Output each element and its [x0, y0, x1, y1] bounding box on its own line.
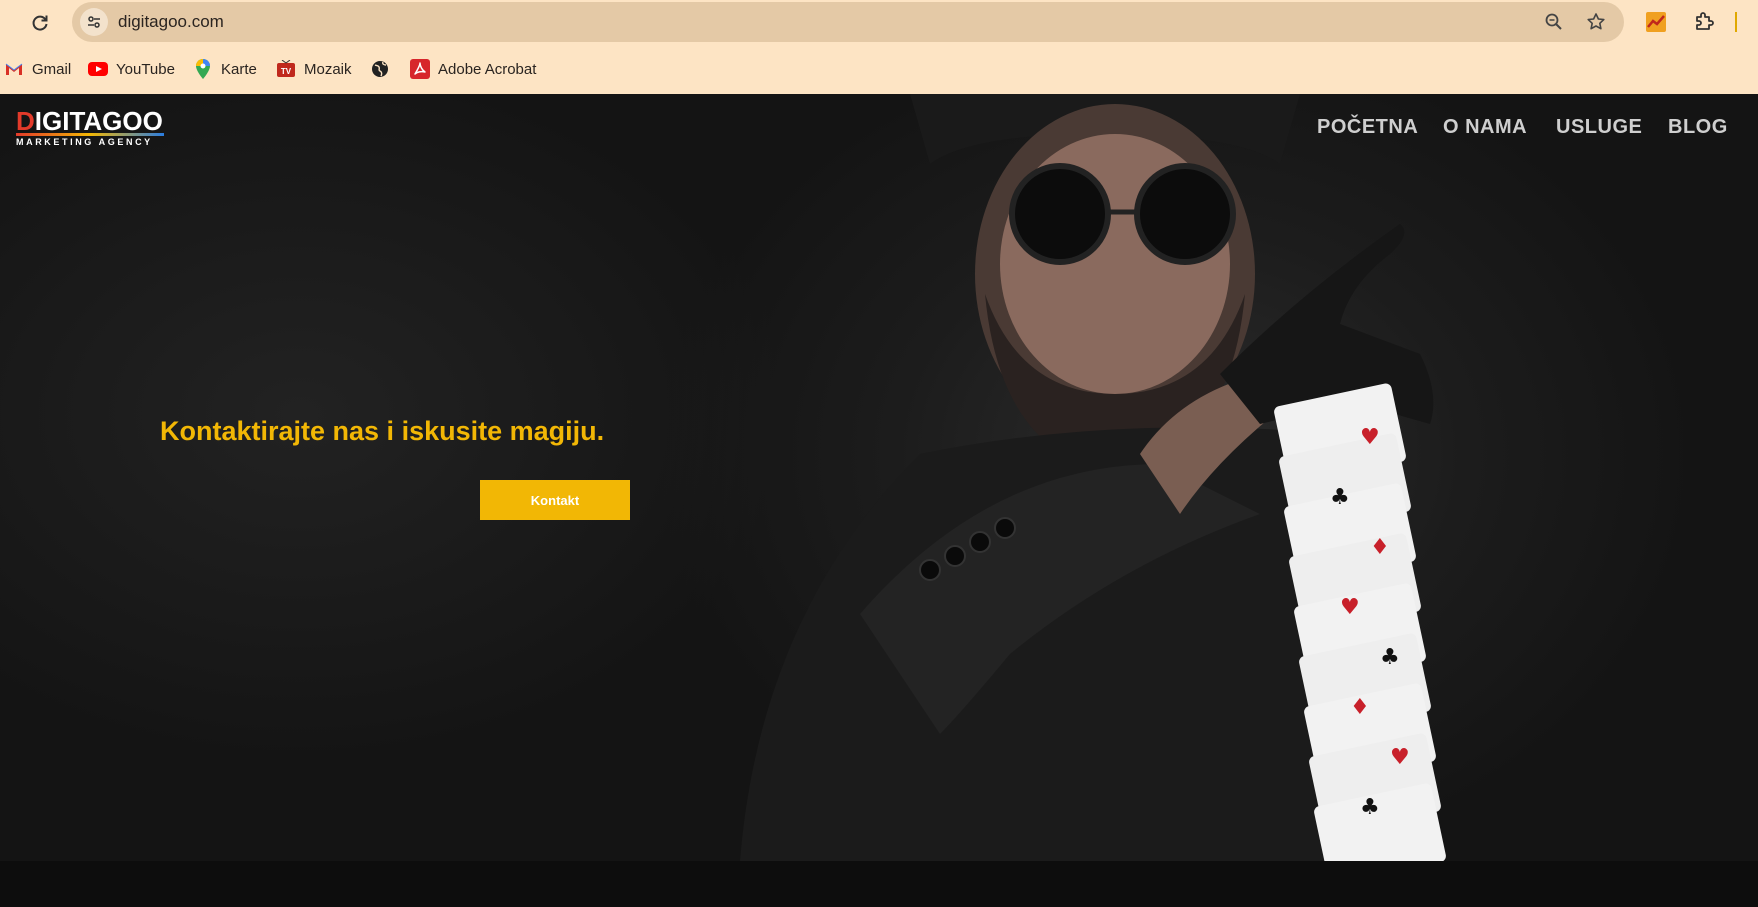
contact-button[interactable]: Kontakt	[480, 480, 630, 520]
maps-pin-icon	[193, 59, 213, 79]
logo-underline	[16, 133, 164, 136]
svg-text:♥: ♥	[1340, 595, 1360, 620]
nav-blog[interactable]: BLOG	[1668, 116, 1728, 146]
globe-icon	[370, 59, 390, 79]
site-info-icon[interactable]	[80, 8, 108, 36]
acrobat-icon	[410, 59, 430, 79]
bookmark-label: Karte	[221, 60, 257, 78]
magician-hero-image: ♥ ♣ ♦ ♥ ♣ ♦ ♥ ♣	[740, 94, 1700, 885]
svg-text:♥: ♥	[1360, 425, 1380, 450]
svg-text:♣: ♣	[1360, 795, 1380, 820]
address-bar[interactable]: digitagoo.com	[72, 2, 1624, 42]
url-text[interactable]: digitagoo.com	[118, 12, 224, 32]
svg-text:♣: ♣	[1380, 645, 1400, 670]
extension-chart-icon[interactable]	[1645, 11, 1667, 33]
logo-wordmark: DIGITAGOO	[16, 106, 163, 136]
svg-text:♦: ♦	[1370, 535, 1390, 560]
svg-text:♥: ♥	[1390, 745, 1410, 770]
bookmark-label: YouTube	[116, 60, 175, 78]
svg-text:♣: ♣	[1330, 485, 1350, 510]
website-viewport: ♥ ♣ ♦ ♥ ♣ ♦ ♥ ♣ DIGITAGOO MARKETING AGEN…	[0, 94, 1758, 907]
logo-tagline: MARKETING AGENCY	[16, 137, 153, 147]
bookmark-label: Adobe Acrobat	[438, 60, 537, 78]
youtube-icon	[88, 59, 108, 79]
bookmark-label: Mozaik	[304, 60, 352, 78]
extensions-puzzle-icon[interactable]	[1692, 10, 1716, 34]
toolbar-divider	[1735, 12, 1737, 32]
bookmark-globe[interactable]	[370, 54, 390, 84]
bookmark-gmail[interactable]: Gmail	[4, 54, 71, 84]
bookmark-star-icon[interactable]	[1585, 11, 1607, 33]
bookmark-karte[interactable]: Karte	[193, 54, 257, 84]
nav-usluge[interactable]: USLUGE	[1556, 116, 1642, 146]
hero-headline: Kontaktirajte nas i iskusite magiju.	[160, 416, 605, 446]
gmail-icon	[4, 59, 24, 79]
nav-pocetna[interactable]: POČETNA	[1317, 116, 1418, 146]
next-section-edge	[0, 861, 1758, 907]
zoom-icon[interactable]	[1544, 12, 1564, 32]
browser-chrome: digitagoo.com Gmail YouTube Karte TV Moz…	[0, 0, 1758, 94]
digitagoo-logo[interactable]: DIGITAGOO MARKETING AGENCY	[16, 108, 166, 148]
nav-o-nama[interactable]: O NAMA	[1443, 116, 1527, 146]
bookmark-adobe-acrobat[interactable]: Adobe Acrobat	[410, 54, 536, 84]
mozaik-tv-icon: TV	[276, 59, 296, 79]
bookmark-youtube[interactable]: YouTube	[88, 54, 175, 84]
reload-icon[interactable]	[26, 9, 54, 37]
svg-text:♦: ♦	[1350, 695, 1370, 720]
browser-toolbar: digitagoo.com	[0, 0, 1758, 46]
svg-text:TV: TV	[281, 67, 292, 76]
bookmark-mozaik[interactable]: TV Mozaik	[276, 54, 352, 84]
bookmarks-bar: Gmail YouTube Karte TV Mozaik Adobe Acro…	[0, 54, 1758, 84]
bookmark-label: Gmail	[32, 60, 72, 78]
